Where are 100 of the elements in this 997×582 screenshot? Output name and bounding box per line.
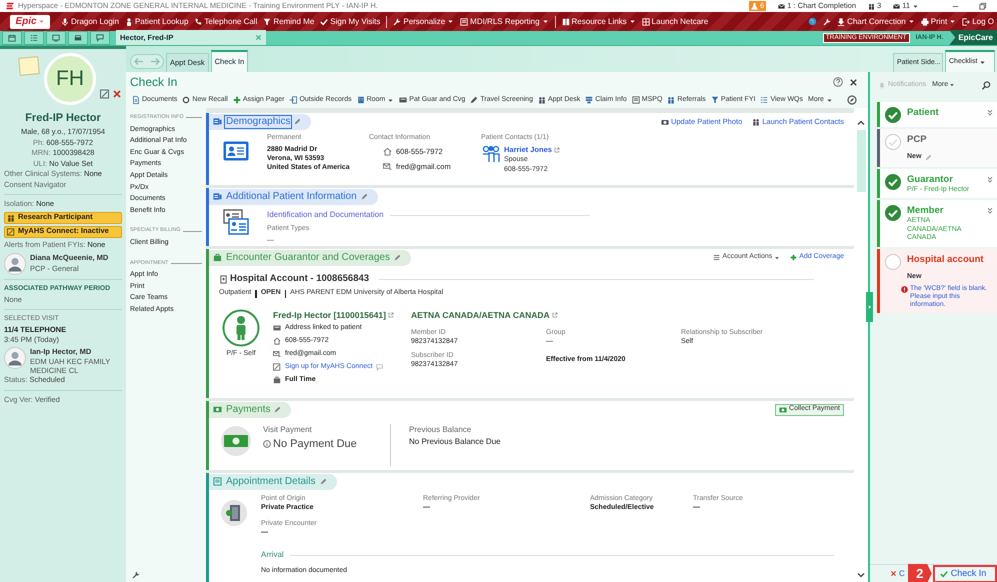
books-icon (562, 18, 570, 26)
stack-icon (585, 96, 594, 104)
people-icon (538, 96, 546, 104)
subsection-title: Arrival (261, 549, 284, 561)
monitor-button[interactable] (46, 31, 66, 45)
id-cards-icon (223, 209, 249, 235)
bell-icon (878, 81, 886, 89)
toolbar-button[interactable]: Sign My Visits (317, 14, 384, 30)
faint-check-circle-icon (885, 134, 901, 150)
checklist-title: PCP (907, 133, 928, 146)
menu-icon (713, 254, 720, 261)
contact-card-icon (213, 192, 222, 201)
remove-icon (112, 89, 122, 99)
grid-icon (642, 18, 650, 26)
check-circle-icon (885, 174, 901, 190)
toolbar-button[interactable]: Print (918, 14, 960, 30)
hospital-icon (219, 274, 228, 284)
payment-status: No Payment Due (273, 437, 357, 452)
arrow-into-box-icon (289, 96, 298, 104)
briefcase-icon (273, 376, 281, 384)
card-icon (273, 324, 281, 332)
checklist-title: Hospital account (907, 252, 985, 266)
toolbar-button[interactable]: Launch Netcare (638, 14, 712, 30)
tray-icon (74, 34, 82, 42)
people-icon (752, 118, 760, 126)
calendar-button[interactable] (2, 31, 22, 45)
check-circle-icon (885, 107, 901, 123)
wrench-icon (393, 18, 402, 26)
form-icon (460, 18, 468, 26)
toolbar-button[interactable]: Dragon Login (58, 14, 122, 30)
envelope-icon (893, 2, 900, 10)
check-icon (320, 18, 328, 26)
toolbar-button[interactable]: Chart Correction (834, 14, 918, 30)
toolbar-button[interactable]: Log O (959, 14, 997, 30)
cancel-button[interactable]: C (890, 568, 905, 580)
toolbar-button[interactable]: Patient Lookup (122, 14, 192, 30)
checklist-title: Patient (907, 106, 940, 119)
empty-circle-icon (885, 254, 901, 270)
pencil-icon (294, 118, 302, 125)
close-icon (849, 78, 858, 86)
envelope-icon (383, 162, 392, 172)
funnel-icon (710, 96, 719, 104)
house-icon (383, 147, 392, 156)
field-label: Previous Balance (409, 424, 472, 436)
microphone-icon (61, 18, 69, 26)
section-title[interactable]: Additional Patient Information (225, 190, 358, 202)
error-icon (901, 286, 908, 293)
card-icon (399, 96, 408, 104)
external-link-icon (552, 312, 558, 318)
pencil-icon (360, 193, 368, 200)
document-icon (132, 96, 140, 104)
payer-name-link[interactable]: AETNA CANADA/AETNA CANADA (411, 308, 763, 322)
speech-bubble-icon (376, 364, 383, 370)
toolbar-button[interactable]: Telephone Call (191, 14, 260, 30)
toolbar-button[interactable]: Remind Me (260, 14, 318, 30)
camera-icon (660, 118, 669, 126)
collapse-handle[interactable] (866, 292, 873, 322)
help-icon (833, 77, 843, 87)
patient-name: Fred-IP Hector (24, 111, 102, 125)
check-in-button[interactable]: Check In (932, 564, 997, 582)
pencil-icon (394, 254, 401, 261)
edit-box-icon (100, 89, 110, 99)
toolbar-button[interactable]: Personalize (390, 14, 458, 30)
info-icon (263, 440, 271, 448)
building-icon (356, 96, 365, 104)
external-link-icon (388, 312, 394, 318)
list-button[interactable] (24, 31, 44, 45)
product-label: EpicCare (949, 30, 997, 45)
step-callout-badge: 2 (908, 564, 932, 582)
door-icon (221, 500, 247, 526)
caret-icon (774, 254, 780, 260)
pencil-icon (470, 96, 478, 104)
close-icon (890, 570, 897, 577)
edit-box-icon (273, 363, 281, 371)
arrow-right-icon (866, 304, 872, 310)
speech-bubble-button[interactable] (90, 31, 110, 45)
chevron-down-icon (856, 570, 866, 580)
house-icon (273, 337, 281, 345)
plus-icon (790, 254, 798, 261)
activity-title: Check In (130, 74, 178, 91)
tray-button[interactable] (68, 31, 88, 45)
guarantor-name-link[interactable]: Fred-Ip Hector [1100015641] (273, 308, 411, 322)
flask-icon (751, 2, 758, 10)
form-icon (213, 477, 222, 486)
download-icon (837, 18, 846, 26)
envelope-icon (778, 2, 786, 10)
pencil-icon (274, 406, 282, 413)
field-value: No Previous Balance Due (409, 436, 501, 448)
pencil-icon (320, 478, 326, 485)
toolbar-button[interactable]: Resource Links (558, 14, 639, 30)
list-icon (760, 96, 768, 104)
restore-icon (978, 2, 987, 10)
toolbar-button[interactable]: MDI/RLS Reporting (457, 14, 552, 30)
people-icon (481, 145, 501, 163)
envelope-icon (273, 350, 281, 358)
ring-icon (182, 96, 190, 104)
section-title[interactable]: Demographics (225, 116, 292, 128)
epic-menu-button[interactable]: Epic (10, 14, 50, 28)
person-avatar-icon (4, 346, 26, 368)
banknote-icon (213, 405, 222, 414)
